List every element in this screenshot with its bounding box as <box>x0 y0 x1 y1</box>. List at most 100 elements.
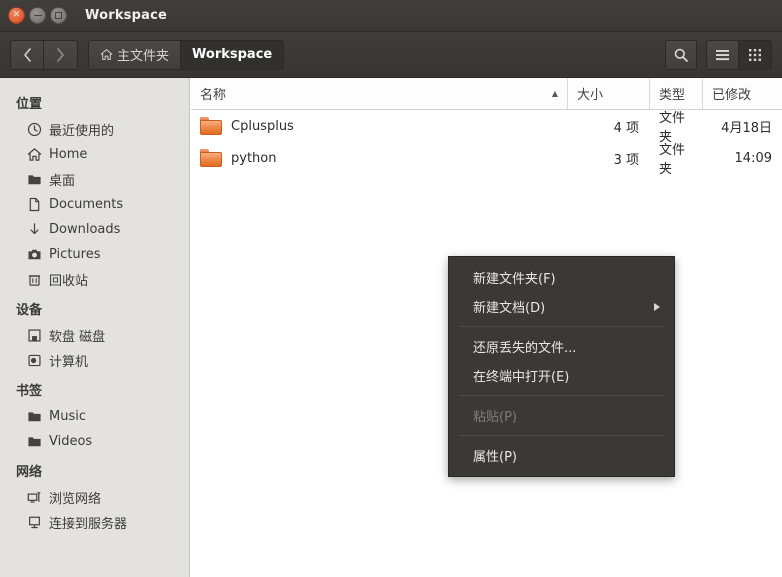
sidebar-item-label: 计算机 <box>49 355 89 370</box>
menu-item-label: 新建文件夹(F) <box>473 272 556 287</box>
folder-icon <box>26 172 42 188</box>
sidebar-item-recent[interactable]: 最近使用的 <box>0 117 189 142</box>
file-name-cell: Cplusplus <box>191 110 568 142</box>
forward-button[interactable] <box>44 40 77 69</box>
context-menu-item-paste: 粘贴(P) <box>449 401 674 430</box>
file-name-label: Cplusplus <box>231 118 294 134</box>
context-menu-item-new-folder[interactable]: 新建文件夹(F) <box>449 263 674 292</box>
sidebar-item-videos[interactable]: Videos <box>0 429 189 454</box>
home-icon <box>100 49 113 60</box>
sidebar-item-label: Home <box>49 147 88 162</box>
menu-separator <box>459 326 664 327</box>
file-manager-window: ✕ Workspace 主文件夹 Workspace 位置 最近使用的 Home… <box>0 0 782 577</box>
maximize-button[interactable] <box>50 7 67 24</box>
file-size-cell: 4 项 <box>613 120 639 136</box>
trash-icon <box>26 272 42 288</box>
sidebar-item-label: Pictures <box>49 247 101 262</box>
context-menu-item-open-in-terminal[interactable]: 在终端中打开(E) <box>449 361 674 390</box>
grid-view-icon <box>749 48 761 61</box>
close-button[interactable]: ✕ <box>8 7 25 24</box>
home-icon <box>26 147 42 163</box>
sidebar-item-music[interactable]: Music <box>0 404 189 429</box>
sidebar-section-title-places: 位置 <box>16 97 43 112</box>
sidebar[interactable]: 位置 最近使用的 Home 桌面 Documents Downloads Pic… <box>0 78 190 577</box>
chevron-right-icon <box>57 47 64 62</box>
server-icon <box>26 515 42 531</box>
breadcrumb: 主文件夹 Workspace <box>88 39 285 70</box>
table-row[interactable]: Cplusplus 4 项 文件夹 4月18日 <box>191 110 782 145</box>
download-icon <box>26 222 42 238</box>
context-menu-item-new-document[interactable]: 新建文档(D) <box>449 292 674 321</box>
sidebar-item-label: Videos <box>49 434 93 449</box>
sidebar-item-label: 回收站 <box>49 274 89 289</box>
sidebar-section-title-devices: 设备 <box>16 303 43 318</box>
search-button[interactable] <box>665 39 697 70</box>
sidebar-section-title-network: 网络 <box>16 465 43 480</box>
sidebar-item-label: 软盘 磁盘 <box>49 330 106 345</box>
column-header-name[interactable]: 名称 ▲ <box>191 78 568 109</box>
context-menu-item-restore-missing-files[interactable]: 还原丢失的文件... <box>449 332 674 361</box>
sidebar-item-label: 连接到服务器 <box>49 517 128 532</box>
floppy-disk-icon <box>26 328 42 344</box>
sidebar-item-label: 浏览网络 <box>49 492 102 507</box>
folder-icon <box>200 149 222 167</box>
back-button[interactable] <box>11 40 44 69</box>
minimize-button[interactable] <box>29 7 46 24</box>
breadcrumb-item-home[interactable]: 主文件夹 <box>89 40 182 69</box>
document-icon <box>26 197 42 213</box>
folder-icon <box>26 434 42 450</box>
sidebar-item-documents[interactable]: Documents <box>0 192 189 217</box>
column-header-label: 大小 <box>577 88 604 103</box>
file-modified-cell: 4月18日 <box>721 120 772 136</box>
grid-view-button[interactable] <box>739 40 771 69</box>
column-header-label: 已修改 <box>712 88 752 103</box>
sidebar-item-desktop[interactable]: 桌面 <box>0 167 189 192</box>
clock-icon <box>26 122 42 138</box>
menu-item-label: 新建文档(D) <box>473 301 546 316</box>
file-type-cell: 文件夹 <box>659 111 686 145</box>
sidebar-item-label: Documents <box>49 197 124 212</box>
context-menu-item-properties[interactable]: 属性(P) <box>449 441 674 470</box>
menu-item-label: 还原丢失的文件... <box>473 341 577 356</box>
column-header-modified[interactable]: 已修改 <box>703 78 782 109</box>
sidebar-item-floppy-disk[interactable]: 软盘 磁盘 <box>0 323 189 348</box>
file-name-label: python <box>231 150 277 166</box>
column-header-size[interactable]: 大小 <box>568 78 650 109</box>
navigation-buttons <box>10 39 78 70</box>
list-view-icon <box>716 49 729 60</box>
list-view-button[interactable] <box>707 40 739 69</box>
sidebar-item-browse-network[interactable]: 浏览网络 <box>0 485 189 510</box>
window-controls: ✕ <box>0 7 67 24</box>
sidebar-item-home[interactable]: Home <box>0 142 189 167</box>
column-header-type[interactable]: 类型 <box>650 78 703 109</box>
menu-separator <box>459 395 664 396</box>
toolbar-right-group <box>665 39 782 70</box>
file-name-cell: python <box>191 142 568 174</box>
submenu-arrow-icon <box>654 302 660 311</box>
camera-icon <box>26 247 42 263</box>
file-size-cell: 3 项 <box>613 152 639 168</box>
sidebar-item-computer[interactable]: 计算机 <box>0 348 189 373</box>
table-row[interactable]: python 3 项 文件夹 14:09 <box>191 142 782 177</box>
menu-item-label: 在终端中打开(E) <box>473 370 570 385</box>
sort-ascending-icon: ▲ <box>551 89 558 98</box>
menu-item-label: 粘贴(P) <box>473 410 517 425</box>
file-type-cell: 文件夹 <box>659 143 686 177</box>
sidebar-item-pictures[interactable]: Pictures <box>0 242 189 267</box>
column-header-label: 名称 <box>200 88 227 103</box>
column-header-label: 类型 <box>659 88 686 103</box>
breadcrumb-item-workspace[interactable]: Workspace <box>181 40 284 69</box>
title-bar: ✕ Workspace <box>0 0 782 32</box>
sidebar-item-connect-to-server[interactable]: 连接到服务器 <box>0 510 189 535</box>
sidebar-item-label: Downloads <box>49 222 121 237</box>
breadcrumb-item-label: Workspace <box>192 47 273 62</box>
view-mode-toggle <box>706 39 772 70</box>
sidebar-item-label: 桌面 <box>49 174 76 189</box>
context-menu[interactable]: 新建文件夹(F) 新建文档(D) 还原丢失的文件... 在终端中打开(E) 粘贴… <box>448 256 675 477</box>
sidebar-item-trash[interactable]: 回收站 <box>0 267 189 292</box>
column-headers: 名称 ▲ 大小 类型 已修改 <box>191 78 782 110</box>
computer-icon <box>26 353 42 369</box>
sidebar-item-label: 最近使用的 <box>49 124 115 139</box>
sidebar-item-downloads[interactable]: Downloads <box>0 217 189 242</box>
toolbar: 主文件夹 Workspace <box>0 32 782 78</box>
